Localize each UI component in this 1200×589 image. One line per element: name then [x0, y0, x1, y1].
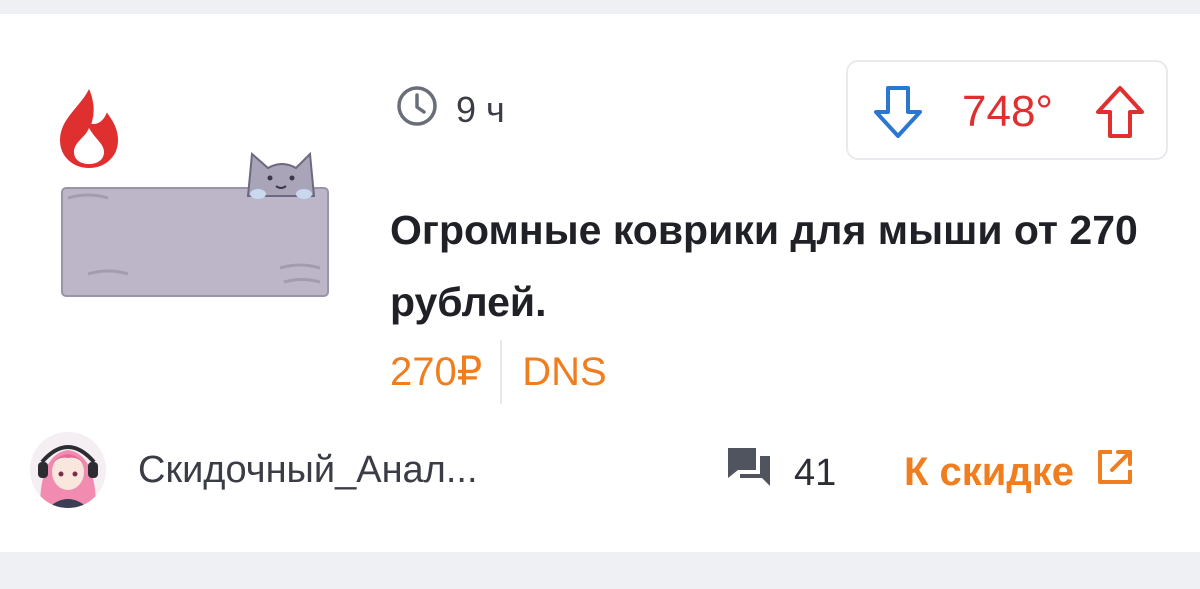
- deal-card[interactable]: 9 ч 748° Огромные коврики для мыши от 27…: [0, 14, 1200, 552]
- arrow-up-icon[interactable]: [1094, 84, 1146, 140]
- time-ago: 9 ч: [456, 89, 505, 130]
- clock-icon: [396, 85, 438, 136]
- author[interactable]: Скидочный_Анал...: [30, 432, 478, 508]
- vote-box: 748°: [846, 60, 1168, 160]
- arrow-down-icon[interactable]: [872, 84, 924, 140]
- avatar[interactable]: [30, 432, 106, 508]
- go-to-deal-button[interactable]: К скидке: [904, 448, 1134, 496]
- divider: [500, 340, 503, 404]
- merchant-name[interactable]: DNS: [522, 350, 606, 395]
- comment-count: 41: [794, 451, 837, 494]
- deal-title[interactable]: Огромные коврики для мыши от 270 рублей.: [390, 194, 1150, 338]
- comments-button[interactable]: 41: [726, 446, 836, 500]
- go-to-deal-label: К скидке: [904, 449, 1075, 494]
- comments-icon: [726, 446, 772, 500]
- deal-temperature: 748°: [962, 87, 1054, 136]
- author-name[interactable]: Скидочный_Анал...: [138, 449, 478, 492]
- deal-meta: 270₽ DNS: [390, 340, 607, 404]
- external-link-icon: [1096, 448, 1134, 496]
- post-time: 9 ч: [396, 85, 505, 132]
- deal-image[interactable]: [58, 138, 334, 300]
- deal-price: 270₽: [390, 350, 483, 394]
